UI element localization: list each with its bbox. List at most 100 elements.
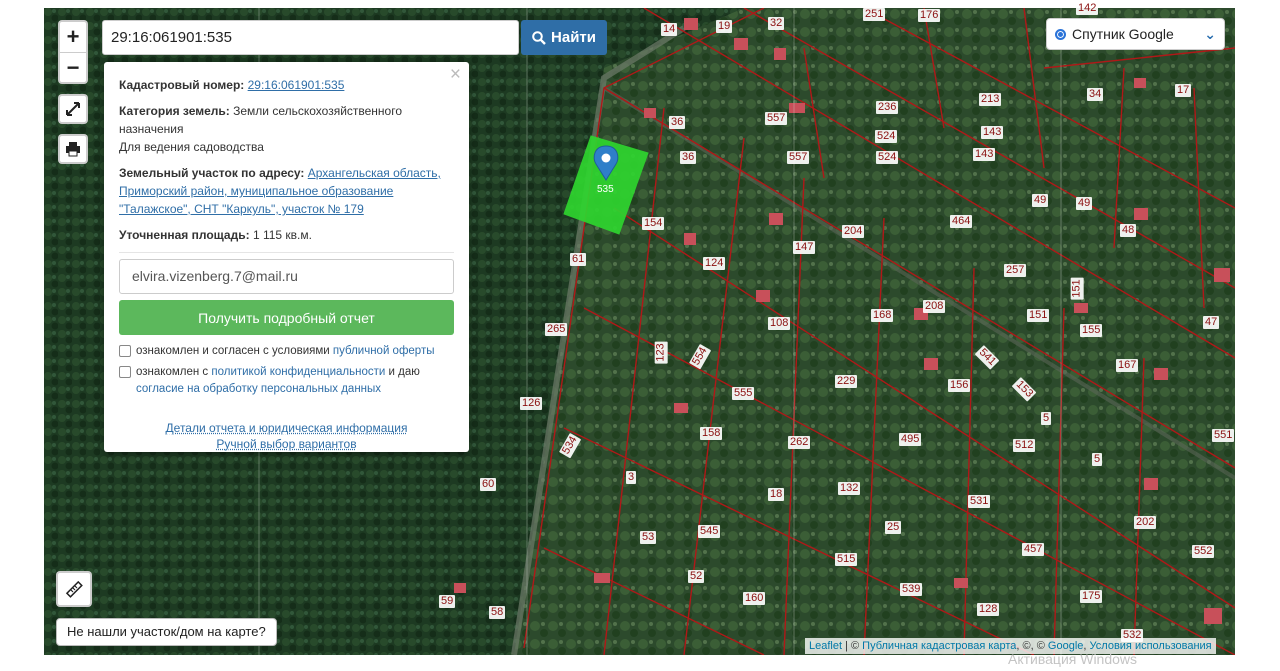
parcel-number-label[interactable]: 47 (1203, 316, 1220, 329)
parcel-number-label[interactable]: 202 (1134, 516, 1157, 529)
printer-icon (66, 142, 80, 157)
cadastral-number-link[interactable]: 29:16:061901:535 (248, 78, 345, 92)
parcel-number-label[interactable]: 128 (977, 603, 1000, 616)
close-icon[interactable]: × (450, 65, 461, 84)
parcel-number-label[interactable]: 60 (480, 478, 497, 491)
parcel-number-label[interactable]: 124 (703, 257, 726, 270)
email-field[interactable]: elvira.vizenberg.7@mail.ru (119, 259, 454, 294)
parcel-number-label[interactable]: 464 (950, 215, 973, 228)
parcel-number-label[interactable]: 229 (835, 375, 858, 388)
parcel-number-label[interactable]: 25 (885, 521, 902, 534)
parcel-number-label[interactable]: 108 (768, 317, 791, 330)
parcel-number-label[interactable]: 14 (661, 23, 678, 36)
parcel-number-label[interactable]: 204 (842, 225, 865, 238)
parcel-number-label[interactable]: 5 (1092, 453, 1103, 466)
parcel-number-label[interactable]: 265 (545, 323, 568, 336)
parcel-number-label[interactable]: 524 (876, 151, 899, 164)
parcel-number-label[interactable]: 52 (688, 570, 705, 583)
parcel-number-label[interactable]: 58 (489, 606, 506, 619)
parcel-info-popup: × Кадастровый номер: 29:16:061901:535 Ка… (104, 62, 469, 452)
parcel-number-label[interactable]: 262 (788, 436, 811, 449)
parcel-number-label[interactable]: 539 (900, 583, 923, 596)
parcel-number-label[interactable]: 557 (787, 151, 810, 164)
parcel-number-label[interactable]: 236 (876, 101, 899, 114)
parcel-number-label[interactable]: 175 (1080, 590, 1103, 603)
search-button-label: Найти (551, 29, 596, 46)
parcel-number-label[interactable]: 555 (732, 387, 755, 400)
parcel-number-label[interactable]: 132 (838, 482, 861, 495)
zoom-out-button[interactable]: − (60, 52, 86, 82)
parcel-number-label[interactable]: 154 (642, 217, 665, 230)
zoom-control: + − (58, 20, 88, 84)
parcel-number-label[interactable]: 18 (768, 488, 785, 501)
parcel-number-label[interactable]: 251 (863, 8, 886, 21)
parcel-number-label[interactable]: 147 (793, 241, 816, 254)
parcel-number-label[interactable]: 59 (439, 595, 456, 608)
parcel-number-label[interactable]: 143 (981, 126, 1004, 139)
parcel-number-label[interactable]: 49 (1076, 197, 1093, 210)
attribution-sep: | © (842, 640, 863, 652)
parcel-number-label[interactable]: 19 (716, 20, 733, 33)
parcel-number-label[interactable]: 36 (680, 151, 697, 164)
parcel-number-label[interactable]: 213 (979, 93, 1002, 106)
print-button[interactable] (58, 134, 88, 164)
offer-agreement-row: ознакомлен и согласен с условиями публич… (119, 343, 454, 360)
parcel-number-label[interactable]: 49 (1032, 194, 1049, 207)
parcel-number-label[interactable]: 151 (1070, 277, 1084, 300)
parcel-number-label[interactable]: 158 (700, 427, 723, 440)
parcel-number-label[interactable]: 32 (768, 17, 785, 30)
report-details-link[interactable]: Детали отчета и юридическая информация (119, 420, 454, 436)
data-consent-link[interactable]: согласие на обработку персональных данны… (136, 383, 381, 395)
parcel-number-label[interactable]: 552 (1192, 545, 1215, 558)
parcel-number-label[interactable]: 160 (743, 592, 766, 605)
area-value: 1 115 кв.м. (252, 228, 312, 242)
privacy-text: ознакомлен с (136, 366, 209, 378)
fullscreen-button[interactable] (58, 94, 88, 124)
parcel-number-label[interactable]: 34 (1087, 88, 1104, 101)
parcel-number-label[interactable]: 48 (1120, 224, 1137, 237)
parcel-number-label[interactable]: 557 (765, 112, 788, 125)
measure-button[interactable] (56, 571, 92, 607)
parcel-number-label[interactable]: 151 (1027, 309, 1050, 322)
public-offer-link[interactable]: публичной оферты (333, 345, 435, 357)
search-input[interactable]: 29:16:061901:535 (102, 20, 519, 55)
parcel-number-label[interactable]: 36 (669, 116, 686, 129)
parcel-number-label[interactable]: 156 (948, 379, 971, 392)
parcel-number-label[interactable]: 155 (1080, 324, 1103, 337)
zoom-in-button[interactable]: + (60, 22, 86, 52)
parcel-number-label[interactable]: 495 (899, 433, 922, 446)
parcel-number-label[interactable]: 167 (1116, 359, 1139, 372)
ruler-icon (65, 580, 83, 598)
search-button[interactable]: Найти (521, 20, 607, 55)
manual-selection-link[interactable]: Ручной выбор вариантов (119, 436, 454, 452)
parcel-number-label[interactable]: 168 (871, 309, 894, 322)
parcel-number-label[interactable]: 61 (570, 253, 587, 266)
parcel-number-label[interactable]: 457 (1022, 543, 1045, 556)
leaflet-link[interactable]: Leaflet (809, 640, 842, 652)
parcel-number-label[interactable]: 551 (1212, 429, 1235, 442)
parcel-number-label[interactable]: 142 (1076, 2, 1099, 15)
parcel-number-label[interactable]: 176 (918, 9, 941, 22)
layer-select[interactable]: Спутник Google ⌄ (1046, 18, 1225, 50)
parcel-number-label[interactable]: 524 (875, 130, 898, 143)
parcel-number-label[interactable]: 531 (968, 495, 991, 508)
parcel-number-label[interactable]: 545 (698, 525, 721, 538)
get-report-button[interactable]: Получить подробный отчет (119, 300, 454, 335)
pkk-link[interactable]: Публичная кадастровая карта (862, 640, 1016, 652)
parcel-number-label[interactable]: 208 (923, 300, 946, 313)
offer-checkbox[interactable] (119, 345, 131, 357)
parcel-number-label[interactable]: 3 (626, 471, 637, 484)
parcel-number-label[interactable]: 143 (973, 148, 996, 161)
parcel-number-label[interactable]: 257 (1004, 264, 1027, 277)
privacy-checkbox[interactable] (119, 366, 131, 378)
parcel-number-label[interactable]: 515 (835, 553, 858, 566)
parcel-number-label[interactable]: 123 (654, 341, 668, 364)
parcel-number-label[interactable]: 5 (1041, 412, 1052, 425)
privacy-agreement-row: ознакомлен с политикой конфиденциальност… (119, 364, 454, 398)
parcel-number-label[interactable]: 17 (1175, 84, 1192, 97)
privacy-policy-link[interactable]: политикой конфиденциальности (211, 366, 385, 378)
parcel-number-label[interactable]: 126 (520, 397, 543, 410)
not-found-button[interactable]: Не нашли участок/дом на карте? (56, 618, 277, 646)
parcel-number-label[interactable]: 512 (1013, 439, 1036, 452)
parcel-number-label[interactable]: 53 (640, 531, 657, 544)
